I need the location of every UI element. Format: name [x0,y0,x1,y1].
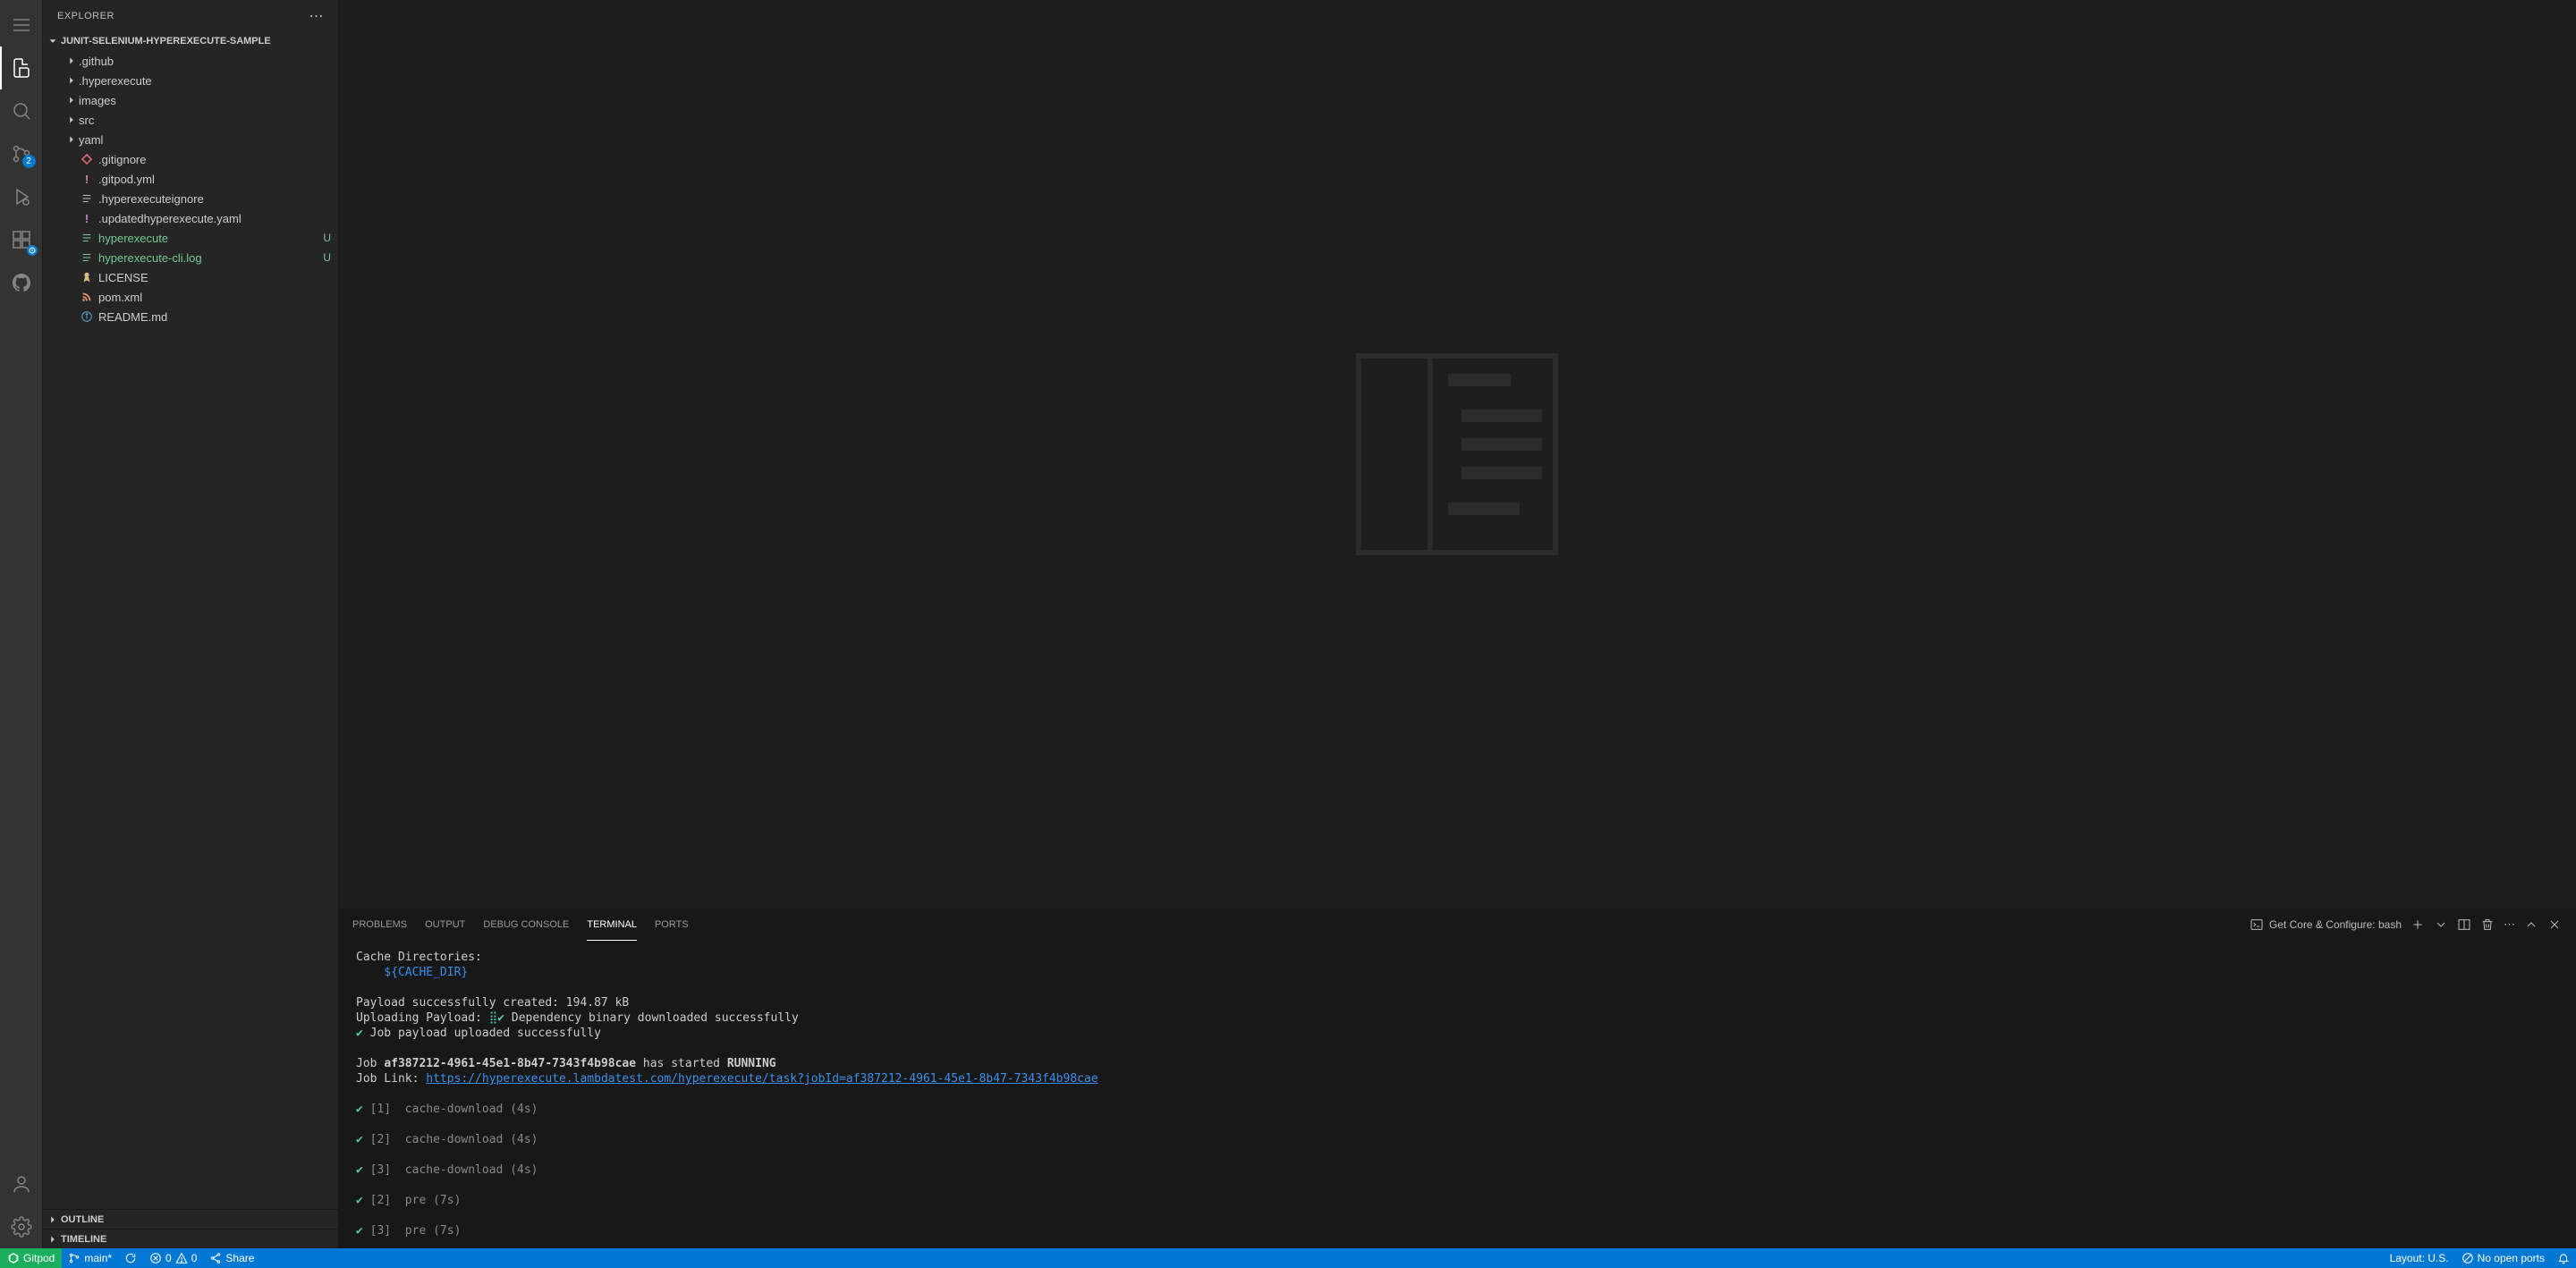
bell-icon [2557,1252,2570,1264]
file-item[interactable]: hyperexecuteU [43,228,338,248]
file-item[interactable]: README.md [43,307,338,326]
explorer-sidebar: EXPLORER ⋯ JUNIT-SELENIUM-HYPEREXECUTE-S… [43,0,338,1248]
file-icon: ! [79,212,95,225]
folder-item[interactable]: .hyperexecute [43,71,338,90]
warning-icon [175,1252,188,1264]
bottom-panel: PROBLEMS OUTPUT DEBUG CONSOLE TERMINAL P… [338,909,2576,1248]
project-header[interactable]: JUNIT-SELENIUM-HYPEREXECUTE-SAMPLE [43,31,338,51]
file-label: .hyperexecuteignore [98,192,331,206]
branch-icon [68,1252,80,1264]
folder-item[interactable]: .github [43,51,338,71]
keyboard-layout[interactable]: Layout: U.S. [2384,1248,2455,1268]
file-icon: ! [79,173,95,186]
outline-header[interactable]: OUTLINE [43,1209,338,1229]
new-terminal-button[interactable] [2411,917,2425,932]
file-item[interactable]: .hyperexecuteignore [43,189,338,208]
folder-label: yaml [79,133,331,147]
gitpod-button[interactable]: Gitpod [0,1248,62,1268]
git-status: U [318,251,331,264]
problems-button[interactable]: 0 0 [143,1248,203,1268]
ports-button[interactable]: No open ports [2455,1248,2551,1268]
panel-more-button[interactable]: ⋯ [2504,917,2515,932]
settings-button[interactable] [0,1205,43,1248]
terminal-selector[interactable]: Get Core & Configure: bash [2250,917,2402,932]
file-icon [79,291,95,303]
file-item[interactable]: hyperexecute-cli.logU [43,248,338,267]
project-name: JUNIT-SELENIUM-HYPEREXECUTE-SAMPLE [61,36,271,46]
search-tab[interactable] [0,89,43,132]
gitpod-icon [7,1252,20,1264]
git-status: U [318,232,331,244]
extensions-tab[interactable] [0,218,43,261]
split-terminal-button[interactable] [2457,917,2471,932]
close-panel-button[interactable] [2547,917,2562,932]
extensions-updating-icon [27,245,38,256]
tab-output[interactable]: OUTPUT [425,909,465,941]
file-label: .updatedhyperexecute.yaml [98,212,331,225]
terminal-dropdown-button[interactable] [2434,917,2448,932]
file-icon [79,153,95,165]
file-label: .gitpod.yml [98,173,331,186]
terminal-icon [2250,917,2264,932]
folder-item[interactable]: yaml [43,130,338,149]
scm-badge: 2 [22,155,36,168]
chevron-right-icon [64,55,79,67]
folder-item[interactable]: src [43,110,338,130]
folder-label: src [79,114,331,127]
folder-label: images [79,94,331,107]
explorer-tab[interactable] [0,46,43,89]
tab-ports[interactable]: PORTS [655,909,689,941]
terminal-output[interactable]: Cache Directories: ${CACHE_DIR} Payload … [338,941,2576,1248]
file-tree: .github .hyperexecute images src yaml .gitign… [43,51,338,1209]
file-item[interactable]: LICENSE [43,267,338,287]
tab-terminal[interactable]: TERMINAL [587,909,637,941]
empty-editor-placeholder-icon [1341,338,1573,571]
menu-button[interactable] [0,4,43,46]
file-label: pom.xml [98,291,331,304]
error-icon [149,1252,162,1264]
kill-terminal-button[interactable] [2480,917,2495,932]
file-label: .gitignore [98,153,331,166]
share-icon [209,1252,222,1264]
file-label: README.md [98,310,331,324]
file-label: LICENSE [98,271,331,284]
debug-tab[interactable] [0,175,43,218]
maximize-panel-button[interactable] [2524,917,2538,932]
explorer-title: EXPLORER [57,11,114,21]
file-icon [79,192,95,205]
sync-button[interactable] [118,1248,143,1268]
chevron-right-icon [64,114,79,126]
activity-bar: 2 [0,0,43,1248]
folder-item[interactable]: images [43,90,338,110]
timeline-header[interactable]: TIMELINE [43,1229,338,1248]
file-label: hyperexecute [98,232,318,245]
file-label: hyperexecute-cli.log [98,251,318,265]
notifications-button[interactable] [2551,1248,2576,1268]
chevron-right-icon [64,94,79,106]
editor-empty [338,0,2576,909]
folder-label: .github [79,55,331,68]
share-button[interactable]: Share [203,1248,260,1268]
explorer-more-button[interactable]: ⋯ [309,7,325,25]
github-tab[interactable] [0,261,43,304]
tab-debug-console[interactable]: DEBUG CONSOLE [483,909,569,941]
file-icon [79,310,95,323]
accounts-button[interactable] [0,1162,43,1205]
status-bar: Gitpod main* 0 0 Share Layout: U.S. No o… [0,1248,2576,1268]
file-icon [79,232,95,244]
chevron-right-icon [64,74,79,87]
folder-label: .hyperexecute [79,74,331,88]
file-item[interactable]: .gitignore [43,149,338,169]
file-item[interactable]: !.gitpod.yml [43,169,338,189]
file-icon [79,251,95,264]
file-item[interactable]: pom.xml [43,287,338,307]
scm-tab[interactable]: 2 [0,132,43,175]
tab-problems[interactable]: PROBLEMS [352,909,407,941]
no-ports-icon [2462,1252,2474,1264]
sync-icon [124,1252,137,1264]
file-item[interactable]: !.updatedhyperexecute.yaml [43,208,338,228]
chevron-right-icon [64,133,79,146]
git-branch-button[interactable]: main* [62,1248,118,1268]
file-icon [79,271,95,283]
